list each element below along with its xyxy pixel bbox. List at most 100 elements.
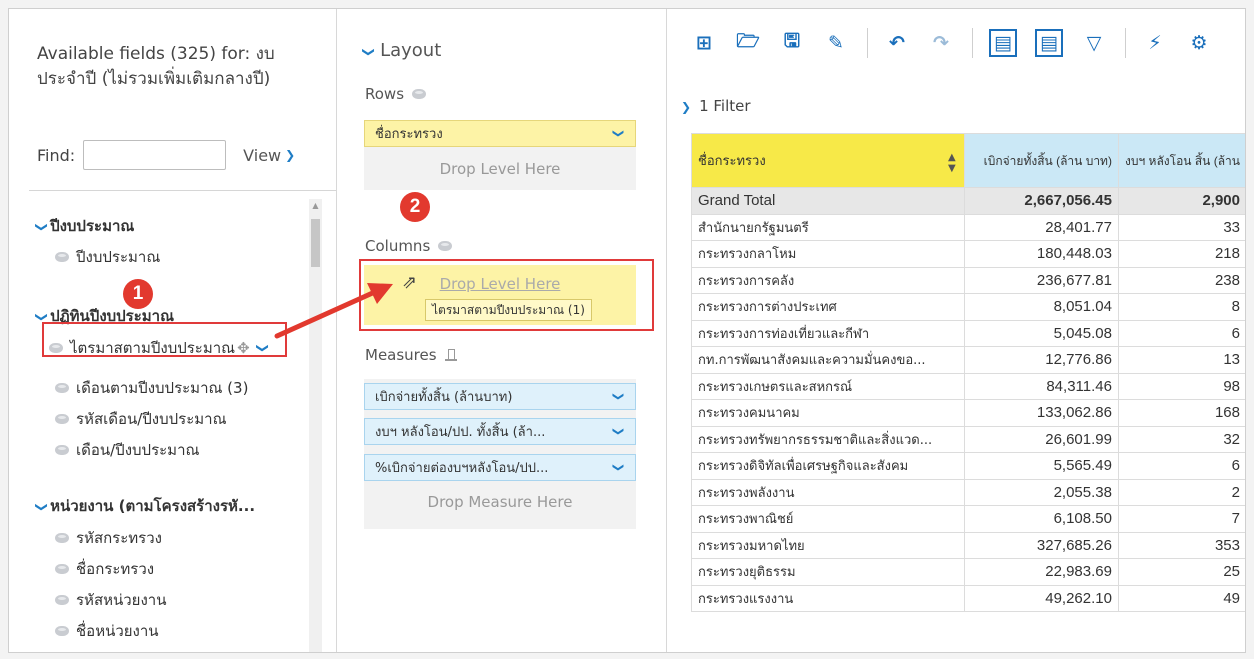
spent-cell: 12,776.86 [963,346,1119,374]
tree-group-label: หน่วยงาน (ตามโครงสร้างรหั... [50,497,256,515]
filter-count-label: 1 Filter [699,97,751,115]
rows-field-pill[interactable]: ชื่อกระทรวง ❯ [364,120,636,147]
budget-cell: 49 [1117,584,1245,612]
fields-scrollbar[interactable]: ▲ [309,199,322,652]
fields-panel-icon[interactable]: ▤ [1035,29,1063,57]
ministry-cell[interactable]: กระทรวงทรัพยากรธรรมชาติและสิ่งแวด... [691,425,965,453]
measure-icon [444,349,457,361]
sort-icon[interactable]: ▲ ▼ [948,152,956,174]
new-report-icon[interactable]: ⊞ [691,30,717,56]
chevron-right-icon[interactable]: ❯ [681,100,691,114]
scrollbar-thumb[interactable] [311,219,320,267]
dimension-level-icon [55,445,69,455]
tree-field[interactable]: เดือนตามปีงบประมาณ (3) [55,376,248,400]
filter-icon[interactable]: ▽ [1081,30,1107,56]
tree-field[interactable]: ชื่อหน่วยงาน [55,619,159,643]
spent-cell: 6,108.50 [963,505,1119,533]
chevron-down-icon[interactable]: ❯ [35,502,49,512]
tree-field[interactable]: ชื่อกระทรวง [55,557,154,581]
rows-drop-zone[interactable]: ชื่อกระทรวง ❯ Drop Level Here [364,120,636,190]
step1-badge: 1 [123,279,153,309]
layout-panel: ❯ Layout Rows ชื่อกระทรวง ❯ Drop Level Her… [337,9,667,652]
layout-toggle[interactable]: ❯ Layout [362,40,441,61]
save-as-icon[interactable]: ✎ [823,30,849,56]
settings-icon[interactable]: ⚙ [1186,30,1212,56]
measures-label: Measures [365,346,437,364]
open-folder-icon[interactable]: 🗁 [735,30,761,56]
measure-pill[interactable]: เบิกจ่ายทั้งสิ้น (ล้านบาท) ❯ [364,383,636,410]
rows-section-label: Rows [365,85,433,103]
ministry-cell[interactable]: กระทรวงเกษตรและสหกรณ์ [691,372,965,400]
tree-field-label: ปีงบประมาณ [76,248,161,266]
ministry-cell[interactable]: กระทรวงการต่างประเทศ [691,293,965,321]
tree-field[interactable]: เดือน/ปีงบประมาณ [55,438,199,462]
chevron-down-icon[interactable]: ❯ [612,392,625,401]
chevron-down-icon[interactable]: ❯ [35,222,49,232]
tree-group-agency[interactable]: ❯หน่วยงาน (ตามโครงสร้างรหั... [35,494,256,518]
chevron-down-icon[interactable]: ❯ [285,148,295,162]
filter-bar[interactable]: ❯ 1 Filter [681,97,751,115]
budget-cell: 218 [1117,240,1245,268]
chevron-down-icon[interactable]: ❯ [612,463,625,472]
dimension-level-icon [55,383,69,393]
ministry-cell[interactable]: กระทรวงพลังงาน [691,478,965,506]
budget-cell: 353 [1117,531,1245,559]
ministry-cell[interactable]: กระทรวงยุติธรรม [691,558,965,586]
dimension-level-icon [55,533,69,543]
ministry-cell[interactable]: กท.การพัฒนาสังคมและความมั่นคงขอ... [691,346,965,374]
table-row: กระทรวงมหาดไทย 327,685.26 353 [691,531,1245,559]
find-input[interactable] [83,140,227,170]
chevron-down-icon[interactable]: ❯ [612,427,625,436]
tree-field[interactable]: รหัสหน่วยงาน [55,588,166,612]
table-row: กระทรวงเกษตรและสหกรณ์ 84,311.46 98 [691,372,1245,400]
ministry-cell[interactable]: กระทรวงการท่องเที่ยวและกีฬา [691,319,965,347]
tree-field[interactable]: ปีงบประมาณ [55,245,160,269]
scroll-up-icon[interactable]: ▲ [309,201,322,211]
budget-cell: 32 [1117,425,1245,453]
table-row: กระทรวงยุติธรรม 22,983.69 25 [691,558,1245,586]
budget-cell: 25 [1117,558,1245,586]
budget-cell: 168 [1117,399,1245,427]
chevron-down-icon[interactable]: ❯ [612,129,625,138]
undo-icon[interactable]: ↶ [884,30,910,56]
fields-panel: Available fields (325) for: งบประจำปี (ไ… [9,9,337,652]
ministry-cell[interactable]: กระทรวงการคลัง [691,266,965,294]
table-row: กระทรวงการคลัง 236,677.81 238 [691,266,1245,294]
rows-label: Rows [365,85,405,103]
measures-drop-hint: Drop Measure Here [427,493,573,511]
auto-refresh-icon[interactable]: ⚡ [1142,30,1168,56]
measure-pill[interactable]: %เบิกจ่ายต่องบฯหลังโอน/ปป... ❯ [364,454,636,481]
pivot-grid: ชื่อกระทรวง ▲ ▼ เบิกจ่ายทั้งสิ้น (ล้าน บาท… [691,133,1245,612]
row-header-ministry[interactable]: ชื่อกระทรวง ▲ ▼ [691,133,965,188]
tree-field-label: ชื่อหน่วยงาน [76,622,159,640]
measure-header-budget[interactable]: งบฯ หลังโอน สิ้น (ล้าน [1117,133,1245,188]
measure-header-spent[interactable]: เบิกจ่ายทั้งสิ้น (ล้าน บาท) [963,133,1119,188]
ministry-cell[interactable]: กระทรวงคมนาคม [691,399,965,427]
table-row: กท.การพัฒนาสังคมและความมั่นคงขอ... 12,776… [691,346,1245,374]
tree-group-fiscal-year[interactable]: ❯ปีงบประมาณ [35,214,134,238]
ministry-cell[interactable]: กระทรวงดิจิทัลเพื่อเศรษฐกิจและสังคม [691,452,965,480]
ministry-cell[interactable]: สำนักนายกรัฐมนตรี [691,213,965,241]
ministry-cell[interactable]: กระทรวงกลาโหม [691,240,965,268]
budget-cell: 6 [1117,319,1245,347]
save-icon[interactable]: 🖫 [779,30,805,56]
redo-icon[interactable]: ↷ [928,30,954,56]
tree-field[interactable]: รหัสกระทรวง [55,526,162,550]
chevron-down-icon[interactable]: ❯ [35,312,49,322]
layout-panel-icon[interactable]: ▤ [989,29,1017,57]
ministry-cell[interactable]: กระทรวงแรงงาน [691,584,965,612]
spent-cell: 84,311.46 [963,372,1119,400]
budget-cell: 13 [1117,346,1245,374]
ministry-cell[interactable]: กระทรวงพาณิชย์ [691,505,965,533]
dimension-level-icon [55,564,69,574]
grand-total-row: Grand Total 2,667,056.45 2,900 [691,187,1245,215]
measure-pill[interactable]: งบฯ หลังโอน/ปป. ทั้งสิ้น (ล้า... ❯ [364,418,636,445]
tree-field[interactable]: รหัสเดือน/ปีงบประมาณ [55,407,227,431]
view-menu-button[interactable]: View [243,146,281,165]
header-row: ชื่อกระทรวง ▲ ▼ เบิกจ่ายทั้งสิ้น (ล้าน บาท… [691,133,1245,188]
ministry-cell[interactable]: กระทรวงมหาดไทย [691,531,965,559]
chevron-down-icon[interactable]: ❯ [362,47,376,57]
measures-section-label: Measures [365,346,457,364]
toolbar-divider [972,28,973,58]
measures-drop-zone[interactable]: เบิกจ่ายทั้งสิ้น (ล้านบาท) ❯ งบฯ หลังโอน/… [364,379,636,529]
